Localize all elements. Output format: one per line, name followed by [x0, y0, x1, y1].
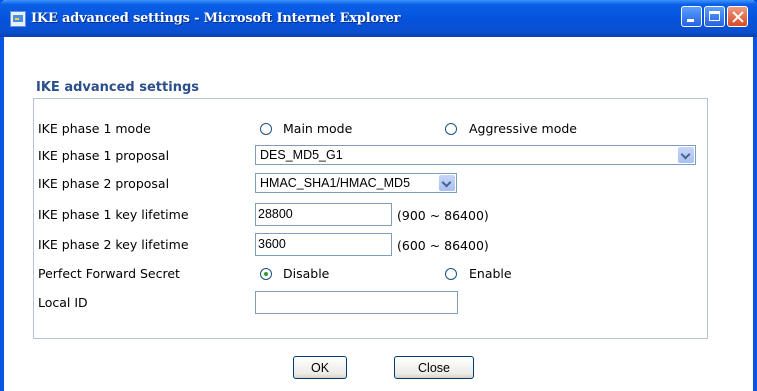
phase1-lifetime-label: IKE phase 1 key lifetime — [38, 207, 189, 222]
phase2-lifetime-input[interactable]: 3600 — [255, 233, 392, 256]
aggressive-mode-label[interactable]: Aggressive mode — [469, 121, 577, 136]
phase2-lifetime-value: 3600 — [258, 237, 286, 251]
ok-button[interactable]: OK — [293, 356, 347, 379]
phase1-lifetime-input[interactable]: 28800 — [255, 203, 392, 226]
minimize-button[interactable] — [681, 6, 702, 27]
phase1-proposal-value: DES_MD5_G1 — [260, 148, 343, 162]
phase1-proposal-select[interactable]: DES_MD5_G1 — [255, 145, 696, 165]
phase1-lifetime-range: (900 ~ 86400) — [397, 208, 489, 223]
main-mode-label[interactable]: Main mode — [283, 121, 352, 136]
phase2-proposal-label: IKE phase 2 proposal — [38, 176, 170, 191]
phase2-proposal-value: HMAC_SHA1/HMAC_MD5 — [260, 176, 411, 190]
phase1-proposal-label: IKE phase 1 proposal — [38, 148, 170, 163]
pfs-label: Perfect Forward Secret — [38, 266, 180, 281]
phase2-lifetime-label: IKE phase 2 key lifetime — [38, 237, 189, 252]
phase1-mode-label: IKE phase 1 mode — [38, 121, 151, 136]
phase1-lifetime-value: 28800 — [258, 207, 293, 221]
pfs-disable-label[interactable]: Disable — [283, 266, 329, 281]
main-mode-radio[interactable] — [260, 123, 272, 135]
window-title: IKE advanced settings - Microsoft Intern… — [31, 11, 401, 26]
aggressive-mode-radio[interactable] — [445, 123, 457, 135]
phase2-lifetime-range: (600 ~ 86400) — [397, 238, 489, 253]
chevron-down-icon[interactable] — [439, 175, 455, 191]
internet-explorer-icon — [10, 11, 26, 27]
close-button[interactable]: Close — [394, 356, 474, 379]
title-bar[interactable]: IKE advanced settings - Microsoft Intern… — [0, 0, 757, 37]
pfs-enable-radio[interactable] — [445, 268, 457, 280]
close-window-button[interactable] — [727, 6, 748, 27]
chevron-down-icon[interactable] — [678, 147, 694, 163]
local-id-label: Local ID — [38, 295, 88, 310]
pfs-disable-radio[interactable] — [260, 268, 272, 280]
phase2-proposal-select[interactable]: HMAC_SHA1/HMAC_MD5 — [255, 173, 457, 193]
section-heading: IKE advanced settings — [36, 80, 199, 95]
maximize-button[interactable] — [704, 6, 725, 27]
local-id-input[interactable] — [255, 291, 458, 314]
pfs-enable-label[interactable]: Enable — [469, 266, 512, 281]
